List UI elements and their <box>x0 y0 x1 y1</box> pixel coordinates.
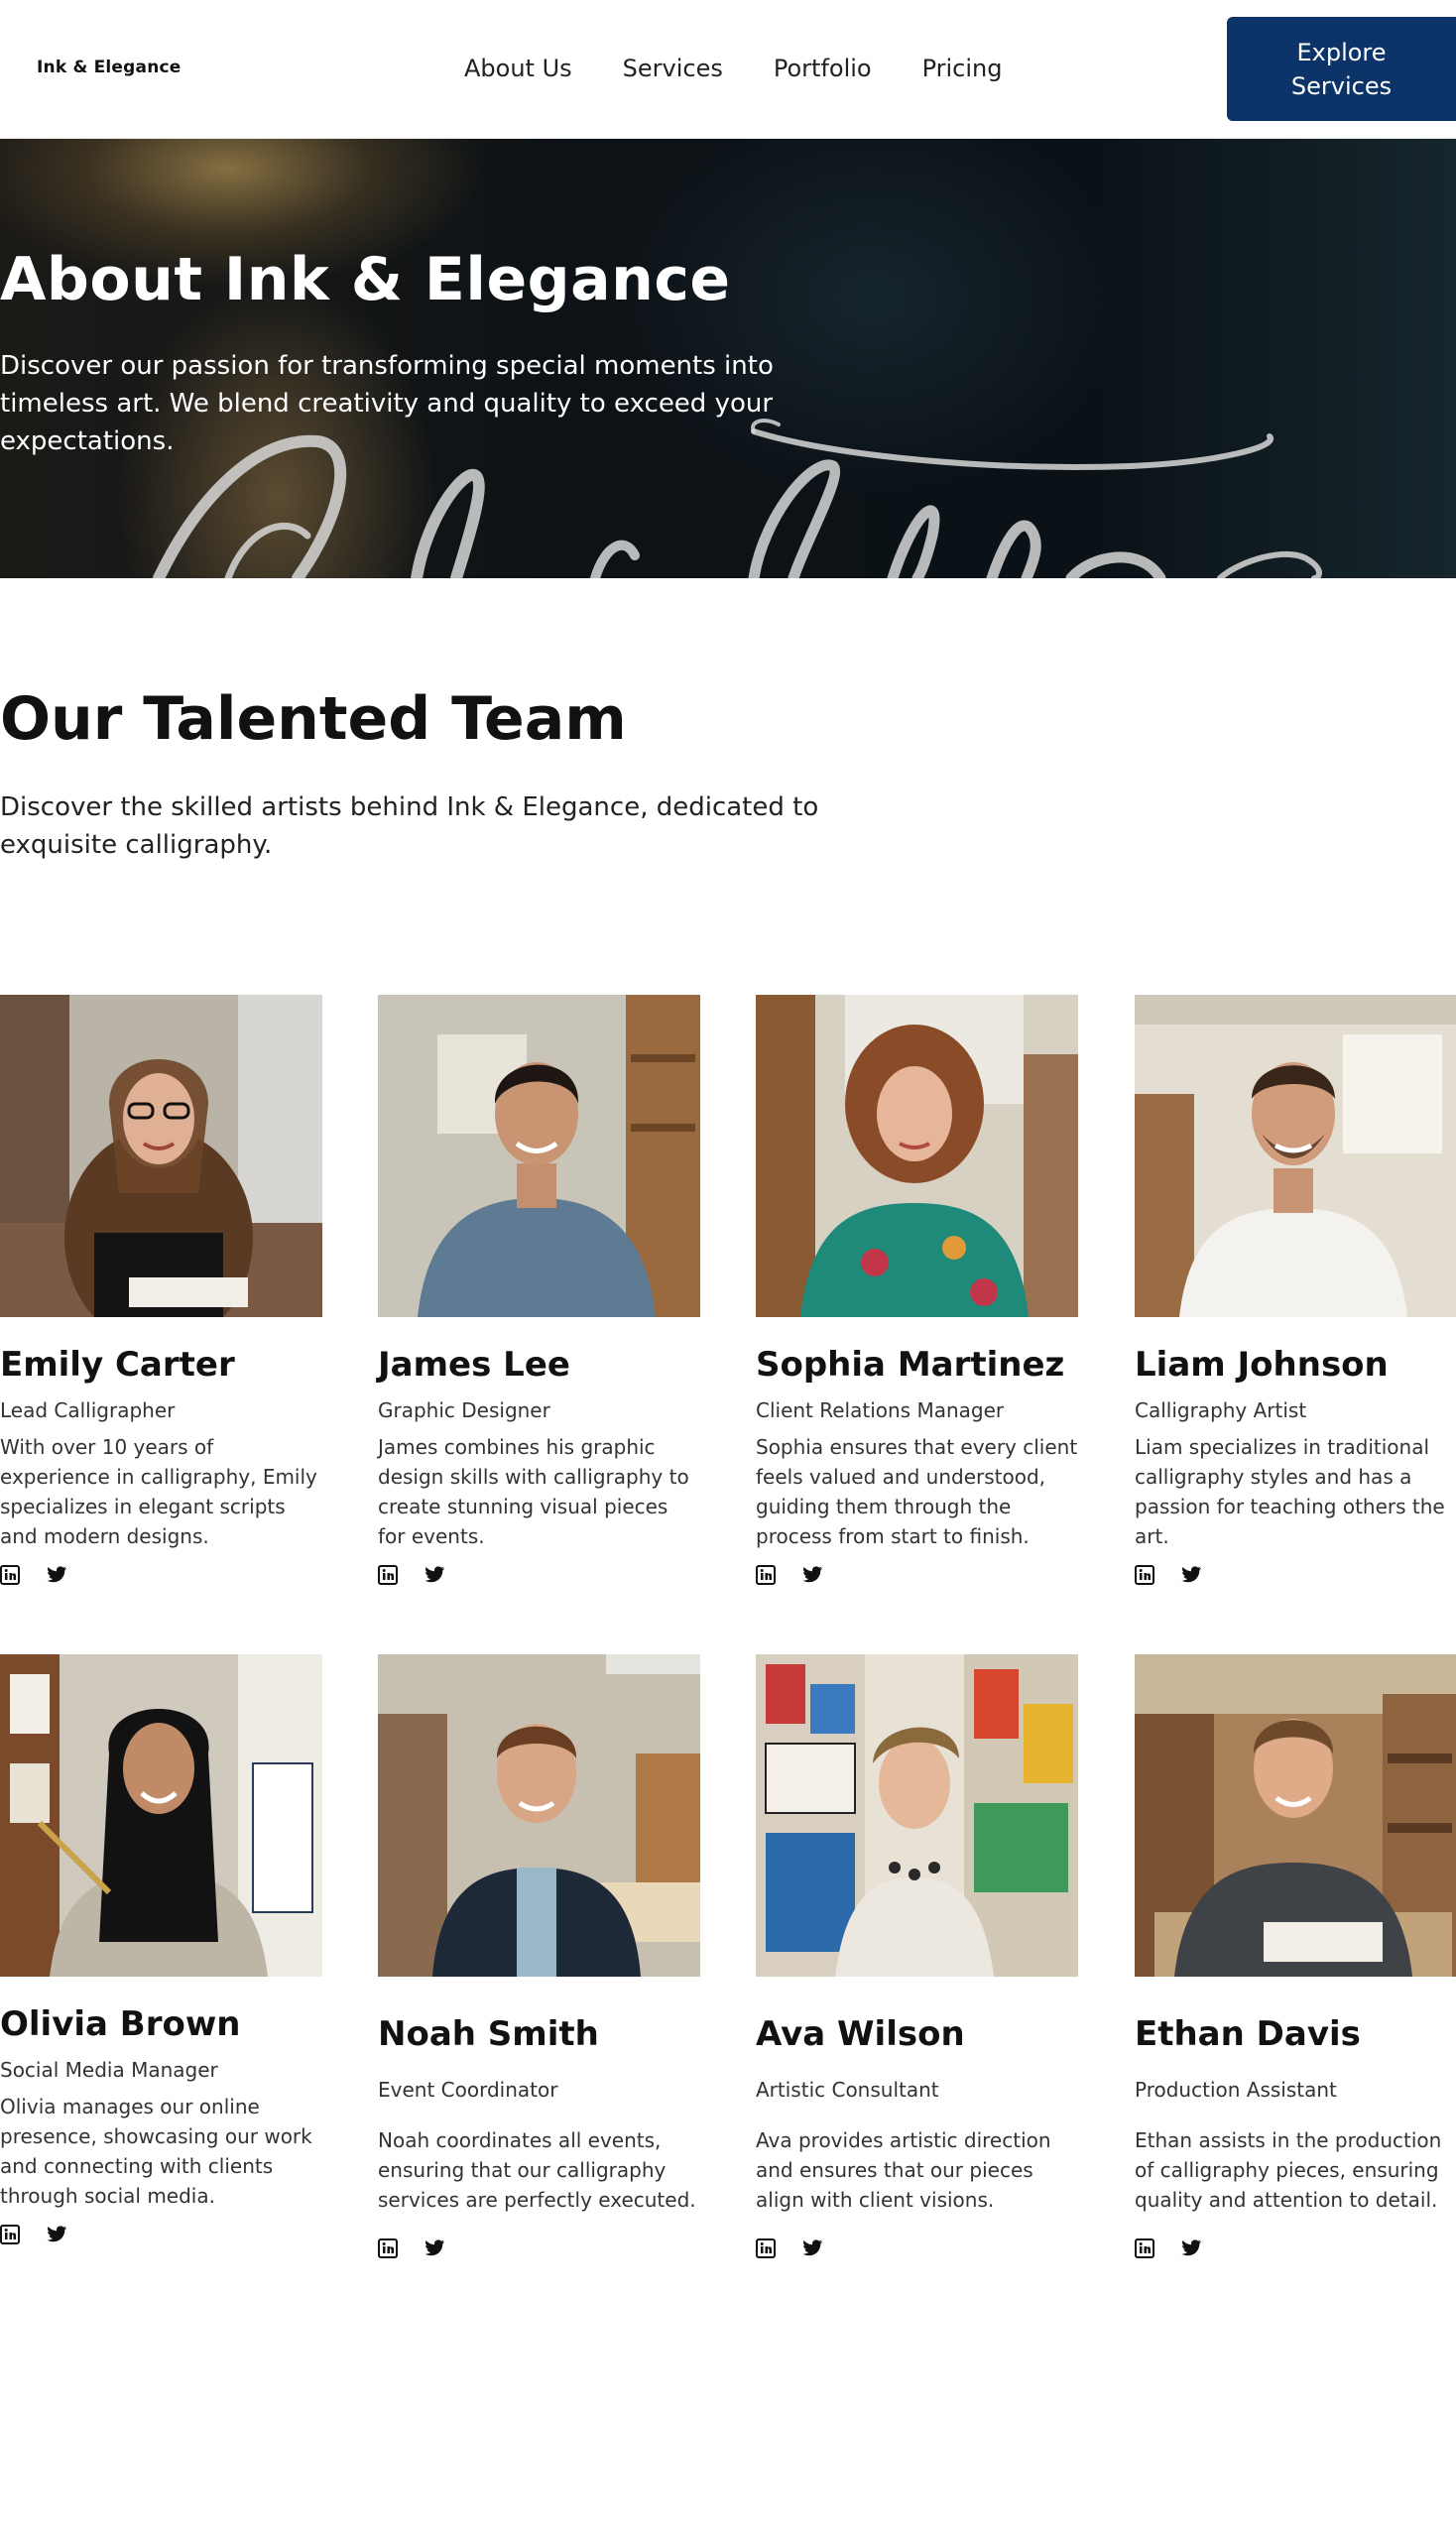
twitter-icon[interactable] <box>801 1565 823 1585</box>
main-nav: About Us Services Portfolio Pricing <box>464 52 1053 85</box>
member-name: James Lee <box>378 1345 570 1385</box>
member-socials <box>1135 1565 1456 1585</box>
member-bio: Ava provides artistic direction and ensu… <box>756 2128 1051 2212</box>
team-member-card: Liam Johnson Calligraphy Artist Liam spe… <box>1135 995 1456 1585</box>
team-member-card: Ethan Davis Production Assistant Ethan a… <box>1135 1654 1456 2258</box>
hero-description: Discover our passion for transforming sp… <box>0 351 774 456</box>
member-bio: Noah coordinates all events, ensuring th… <box>378 2128 696 2212</box>
site-logo[interactable]: Ink & Elegance <box>37 58 182 77</box>
member-role: Calligraphy Artist <box>1135 1398 1307 1422</box>
member-role: Lead Calligrapher <box>0 1398 176 1422</box>
member-role: Event Coordinator <box>378 2078 558 2102</box>
linkedin-icon[interactable] <box>0 2225 20 2244</box>
nav-about-us[interactable]: About Us <box>464 52 572 85</box>
team-section-subtitle: Discover the skilled artists behind Ink … <box>0 792 819 860</box>
member-socials <box>0 1565 322 1585</box>
team-member-card: Ava Wilson Artistic Consultant Ava provi… <box>756 1654 1078 2258</box>
twitter-icon[interactable] <box>46 2225 67 2244</box>
member-socials <box>756 1565 1078 1585</box>
linkedin-icon[interactable] <box>378 2238 398 2258</box>
member-bio: James combines his graphic design skills… <box>378 1435 689 1548</box>
member-photo <box>378 1654 700 1977</box>
member-name: Ethan Davis <box>1135 2014 1361 2054</box>
team-member-card: Emily Carter Lead Calligrapher With over… <box>0 995 322 1585</box>
twitter-icon[interactable] <box>46 1565 67 1585</box>
explore-services-button[interactable]: Explore Services <box>1227 17 1456 121</box>
hero-section: About Ink & Elegance Discover our passio… <box>0 139 1456 578</box>
member-photo <box>756 995 1078 1317</box>
member-bio: Ethan assists in the production of calli… <box>1135 2128 1442 2212</box>
member-name: Ava Wilson <box>756 2014 965 2054</box>
member-photo <box>0 1654 322 1977</box>
linkedin-icon[interactable] <box>378 1565 398 1585</box>
twitter-icon[interactable] <box>801 2238 823 2258</box>
team-member-card: Noah Smith Event Coordinator Noah coordi… <box>378 1654 700 2258</box>
linkedin-icon[interactable] <box>756 2238 776 2258</box>
team-member-card: James Lee Graphic Designer James combine… <box>378 995 700 1585</box>
nav-services[interactable]: Services <box>623 52 723 85</box>
twitter-icon[interactable] <box>1180 2238 1202 2258</box>
member-bio: Liam specializes in traditional calligra… <box>1135 1435 1445 1548</box>
member-name: Emily Carter <box>0 1345 235 1385</box>
member-name: Liam Johnson <box>1135 1345 1389 1385</box>
member-role: Social Media Manager <box>0 2058 218 2082</box>
member-bio: With over 10 years of experience in call… <box>0 1435 317 1548</box>
member-bio: Olivia manages our online presence, show… <box>0 2095 312 2208</box>
twitter-icon[interactable] <box>424 2238 445 2258</box>
member-role: Client Relations Manager <box>756 1398 1005 1422</box>
linkedin-icon[interactable] <box>1135 1565 1154 1585</box>
member-socials <box>756 2238 1078 2258</box>
member-photo <box>1135 995 1456 1317</box>
member-name: Sophia Martinez <box>756 1345 1065 1385</box>
member-photo <box>756 1654 1078 1977</box>
linkedin-icon[interactable] <box>756 1565 776 1585</box>
nav-pricing[interactable]: Pricing <box>922 52 1003 85</box>
member-role: Graphic Designer <box>378 1398 550 1422</box>
member-socials <box>0 2225 322 2244</box>
twitter-icon[interactable] <box>424 1565 445 1585</box>
twitter-icon[interactable] <box>1180 1565 1202 1585</box>
member-role: Artistic Consultant <box>756 2078 939 2102</box>
hero-title: About Ink & Elegance <box>0 245 731 314</box>
linkedin-icon[interactable] <box>0 1565 20 1585</box>
team-member-card: Sophia Martinez Client Relations Manager… <box>756 995 1078 1585</box>
member-bio: Sophia ensures that every client feels v… <box>756 1435 1078 1548</box>
nav-portfolio[interactable]: Portfolio <box>774 52 872 85</box>
linkedin-icon[interactable] <box>1135 2238 1154 2258</box>
member-photo <box>1135 1654 1456 1977</box>
member-photo <box>0 995 322 1317</box>
member-socials <box>378 1565 700 1585</box>
member-name: Olivia Brown <box>0 2004 241 2044</box>
member-name: Noah Smith <box>378 2014 599 2054</box>
member-role: Production Assistant <box>1135 2078 1337 2102</box>
member-photo <box>378 995 700 1317</box>
team-section-title: Our Talented Team <box>0 684 627 754</box>
site-header: Ink & Elegance About Us Services Portfol… <box>0 0 1456 139</box>
team-member-card: Olivia Brown Social Media Manager Olivia… <box>0 1654 322 2244</box>
member-socials <box>1135 2238 1456 2258</box>
member-socials <box>378 2238 700 2258</box>
